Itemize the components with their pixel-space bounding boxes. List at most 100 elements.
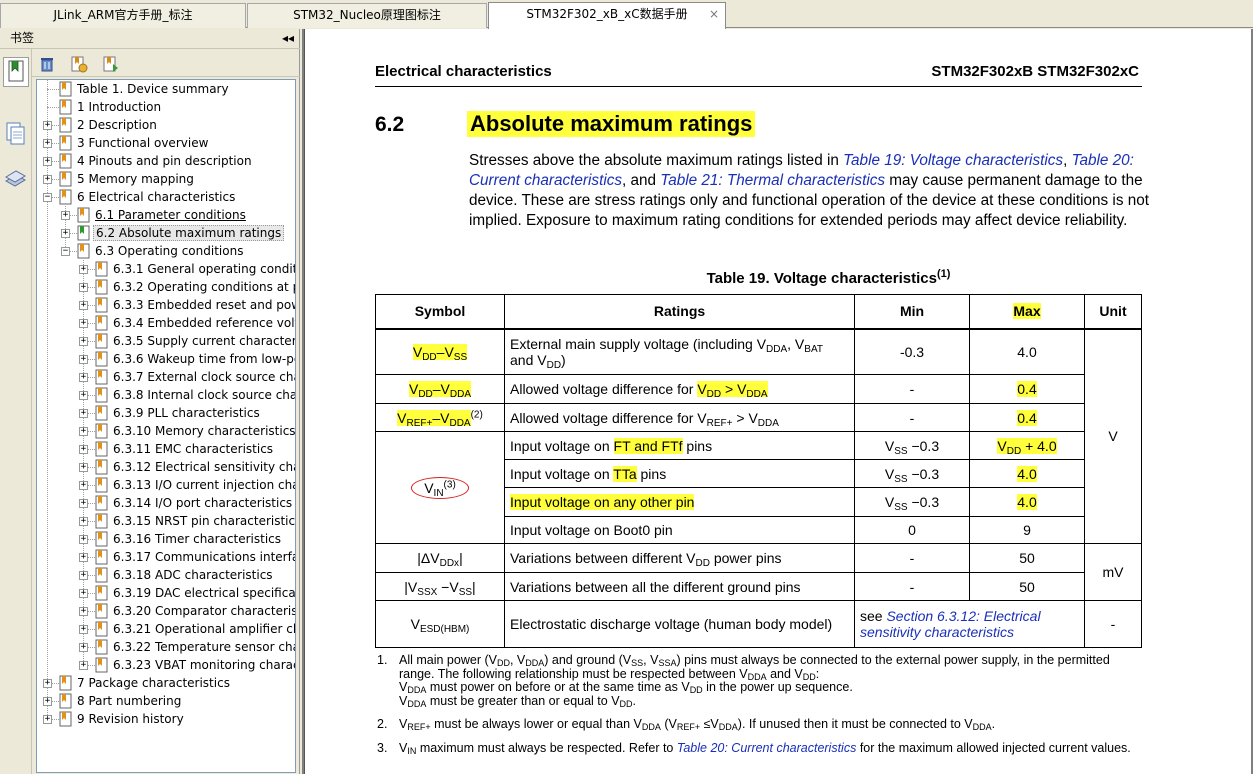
bookmark-item[interactable]: +6.3.18 ADC characteristics [37,566,295,584]
table-row: VREF+–VDDA(2) Allowed voltage difference… [375,403,1142,432]
close-tab-icon[interactable]: × [709,3,719,25]
bookmark-icon [59,711,72,727]
bookmark-item[interactable]: +6.2 Absolute maximum ratings [37,224,295,242]
bookmark-item[interactable]: +6.3.3 Embedded reset and power control [37,296,295,314]
collapse-panel-icon[interactable]: ◂◂ [282,29,294,47]
expand-toggle-icon[interactable]: + [43,679,52,688]
expand-toggle-icon[interactable]: + [79,481,88,490]
expand-toggle-icon[interactable]: + [79,409,88,418]
bookmark-item[interactable]: +6.3.5 Supply current characteristics [37,332,295,350]
table-row: VESD(HBM) Electrostatic discharge voltag… [375,600,1142,648]
bookmark-item[interactable]: +6.3.9 PLL characteristics [37,404,295,422]
bookmark-item[interactable]: +6.3.21 Operational amplifier characteri… [37,620,295,638]
bookmark-item[interactable]: Table 1. Device summary [37,80,295,98]
expand-toggle-icon[interactable]: + [79,391,88,400]
expand-toggle-icon[interactable]: + [79,355,88,364]
expand-toggle-icon[interactable]: + [79,427,88,436]
expand-toggle-icon[interactable]: + [79,319,88,328]
tab-stm32f302-datasheet[interactable]: STM32F302_xB_xC数据手册 × [488,2,726,29]
bookmark-item[interactable]: +6.3.14 I/O port characteristics [37,494,295,512]
bookmark-item[interactable]: +6.3.1 General operating conditions [37,260,295,278]
bookmark-item[interactable]: +5 Memory mapping [37,170,295,188]
bookmark-panel-title: 书签 [10,31,35,45]
expand-toggle-icon[interactable]: + [79,283,88,292]
expand-toggle-icon[interactable]: − [61,247,70,256]
bookmark-item[interactable]: +6.3.6 Wakeup time from low-power mode [37,350,295,368]
add-bookmark-icon[interactable] [70,55,88,73]
bookmark-item[interactable]: +7 Package characteristics [37,674,295,692]
bookmark-icon [95,423,108,439]
bookmark-item[interactable]: +6.3.19 DAC electrical specifications [37,584,295,602]
bookmark-item[interactable]: +6.3.2 Operating conditions at power-up [37,278,295,296]
bookmark-item[interactable]: +6.3.8 Internal clock source characteris… [37,386,295,404]
expand-toggle-icon[interactable]: + [79,589,88,598]
bookmark-item[interactable]: +3 Functional overview [37,134,295,152]
expand-toggle-icon[interactable]: + [79,553,88,562]
bookmark-item[interactable]: +6.3.22 Temperature sensor characteristi… [37,638,295,656]
link-table21[interactable]: Table 21: Thermal characteristics [660,172,885,189]
expand-toggle-icon[interactable]: + [79,643,88,652]
bookmark-label: Table 1. Device summary [77,82,229,96]
expand-toggle-icon[interactable]: + [79,337,88,346]
expand-toggle-icon[interactable]: + [43,697,52,706]
expand-toggle-icon[interactable]: + [79,445,88,454]
bookmark-icon [95,387,108,403]
expand-toggle-icon[interactable]: + [79,625,88,634]
expand-toggle-icon[interactable]: + [79,517,88,526]
bookmark-item[interactable]: +6.3.10 Memory characteristics [37,422,295,440]
expand-toggle-icon[interactable]: + [79,661,88,670]
expand-toggle-icon[interactable]: − [43,193,52,202]
bookmark-item[interactable]: +6.3.17 Communications interfaces [37,548,295,566]
tab-jlink-manual[interactable]: JLink_ARM官方手册_标注 [0,3,246,28]
bookmark-icon [95,513,108,529]
bookmark-item[interactable]: +6.3.7 External clock source characteris… [37,368,295,386]
expand-toggle-icon[interactable]: + [79,499,88,508]
min-cell: - [854,403,970,432]
tab-label: STM32F302_xB_xC数据手册 [526,7,688,21]
bookmark-item[interactable]: +2 Description [37,116,295,134]
bookmark-item[interactable]: − 6.3 Operating conditions [37,242,295,260]
table-footnotes: 1. All main power (VDD, VDDA) and ground… [375,653,1145,763]
bookmark-item[interactable]: +6.3.15 NRST pin characteristics [37,512,295,530]
delete-bookmark-icon[interactable] [38,55,56,73]
expand-toggle-icon[interactable]: + [43,715,52,724]
bookmark-item[interactable]: +6.3.4 Embedded reference voltage [37,314,295,332]
table-row: VIN(3) Input voltage on FT and FTf pins … [375,431,1142,544]
bookmark-item[interactable]: +6.3.11 EMC characteristics [37,440,295,458]
expand-toggle-icon[interactable]: + [61,229,70,238]
bookmark-item[interactable]: +6.3.23 VBAT monitoring characteristics [37,656,295,674]
bookmark-item[interactable]: +6.3.16 Timer characteristics [37,530,295,548]
bookmarks-view-icon[interactable] [3,57,29,87]
bookmark-item[interactable]: +9 Revision history [37,710,295,728]
bookmark-item[interactable]: +6.1 Parameter conditions [37,206,295,224]
expand-toggle-icon[interactable]: + [79,265,88,274]
expand-toggle-icon[interactable]: + [43,175,52,184]
expand-toggle-icon[interactable]: + [79,535,88,544]
link-table20-footnote[interactable]: Table 20: Current characteristics [677,741,856,755]
bookmark-item[interactable]: +6.3.20 Comparator characteristics [37,602,295,620]
expand-toggle-icon[interactable]: + [43,157,52,166]
expand-toggle-icon[interactable]: + [43,121,52,130]
bookmark-item[interactable]: +8 Part numbering [37,692,295,710]
tab-nucleo-schematic[interactable]: STM32_Nucleo原理图标注 [247,3,487,28]
expand-toggle-icon[interactable]: + [43,139,52,148]
link-section-6-3-12[interactable]: Section 6.3.12: Electrical sensitivity c… [860,608,1041,640]
pages-view-icon[interactable] [3,121,29,151]
bookmark-item[interactable]: − 6 Electrical characteristics [37,188,295,206]
expand-toggle-icon[interactable]: + [61,211,70,220]
bookmark-properties-icon[interactable] [102,55,120,73]
expand-toggle-icon[interactable]: + [79,301,88,310]
bookmark-item[interactable]: 1 Introduction [37,98,295,116]
bookmark-item[interactable]: +6.3.12 Electrical sensitivity character… [37,458,295,476]
bookmark-item[interactable]: +6.3.13 I/O current injection characteri… [37,476,295,494]
layers-view-icon[interactable] [3,165,29,195]
expand-toggle-icon[interactable]: + [79,571,88,580]
bookmark-item[interactable]: +4 Pinouts and pin description [37,152,295,170]
link-table19[interactable]: Table 19: Voltage characteristics [843,152,1063,169]
expand-toggle-icon[interactable]: + [79,373,88,382]
expand-toggle-icon[interactable]: + [79,463,88,472]
pdf-reader-window: JLink_ARM官方手册_标注 STM32_Nucleo原理图标注 STM32… [0,0,1253,774]
rating-cell: Input voltage on FT and FTf pins [504,431,855,460]
symbol-cell: VREF+–VDDA(2) [375,403,505,432]
expand-toggle-icon[interactable]: + [79,607,88,616]
